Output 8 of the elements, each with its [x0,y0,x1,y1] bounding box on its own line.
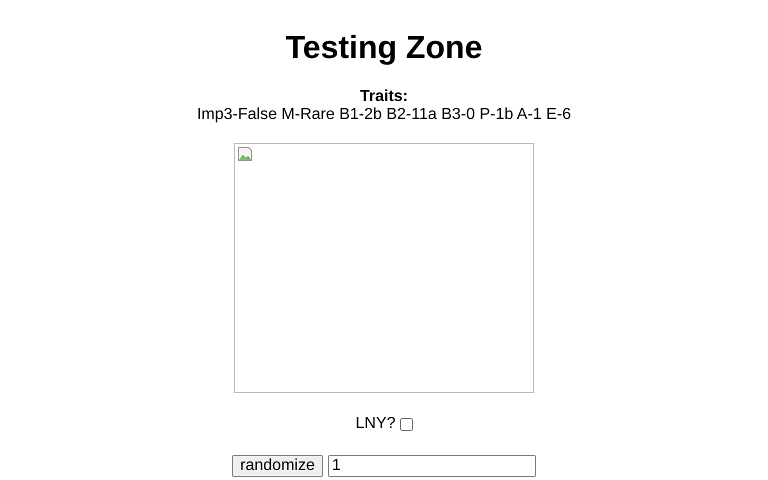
broken-image-icon [237,146,253,162]
number-field[interactable]: 1 [328,455,536,477]
lny-label: LNY? [355,415,396,433]
traits-text: Imp3-False M-Rare B1-2b B2-11a B3-0 P-1b A-1 E-6 [196,106,572,124]
traits-heading: Traits: [358,88,409,106]
randomize-button[interactable]: randomize [232,455,323,477]
page-title: Testing Zone [286,29,482,66]
lny-checkbox[interactable] [400,418,413,430]
